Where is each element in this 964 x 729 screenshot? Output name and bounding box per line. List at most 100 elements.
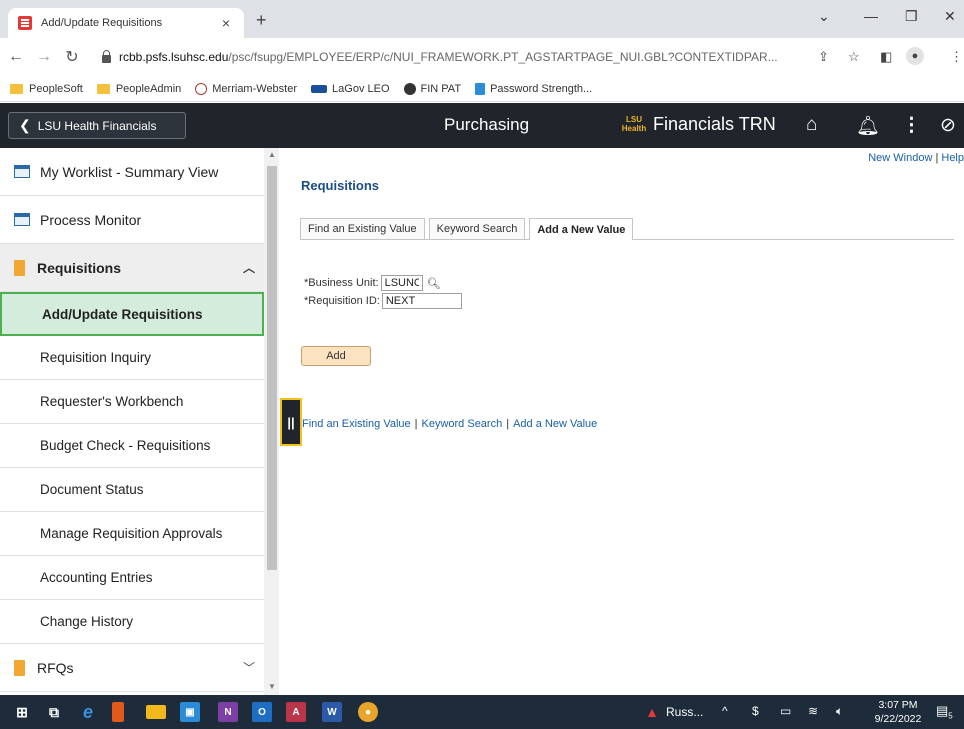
weather-text[interactable]: Russ... <box>666 705 703 719</box>
sidebar-group-requisitions[interactable]: Requisitions ︿ <box>0 244 264 292</box>
bookmark-lagov-leo[interactable]: LaGov LEO <box>311 82 390 95</box>
scroll-up-icon[interactable]: ▲ <box>268 150 276 159</box>
bar-chart-icon <box>475 82 486 95</box>
sidebar-item-change-history[interactable]: Change History <box>0 600 264 644</box>
page-title-header: Purchasing <box>444 115 530 134</box>
bookmark-peoplesoft[interactable]: PeopleSoft <box>10 83 83 95</box>
navbar-compass-icon[interactable]: ⊘ <box>940 114 956 137</box>
tray-chevron-up-icon[interactable]: ^ <box>722 704 728 718</box>
bookmark-merriam-webster[interactable]: Merriam-Webster <box>195 82 297 95</box>
sidebar-item-process-monitor[interactable]: Process Monitor <box>0 196 264 244</box>
sidebar-item-budget-check[interactable]: Budget Check - Requisitions <box>0 424 264 468</box>
bookmark-peopleadmin[interactable]: PeopleAdmin <box>96 83 181 95</box>
side-panel-icon[interactable]: ◧ <box>880 49 892 65</box>
logo-top: LSU <box>626 114 642 124</box>
window-close-icon[interactable]: ✕ <box>944 8 956 25</box>
peoplesoft-header: ❮ LSU Health Financials Purchasing LSU He… <box>0 103 964 148</box>
share-icon[interactable]: ⇪ <box>818 49 829 65</box>
bookmark-password-strength[interactable]: Password Strength... <box>475 82 592 95</box>
requisition-id-input[interactable] <box>381 293 462 309</box>
lookup-search-icon[interactable]: 🔍︎ <box>427 277 441 290</box>
sidebar-item-document-status[interactable]: Document Status <box>0 468 264 512</box>
onenote-icon[interactable]: N <box>218 702 238 722</box>
clock[interactable]: 3:07 PM 9/22/2022 <box>872 698 924 726</box>
windows-start-icon[interactable]: ⊞ <box>12 702 32 722</box>
weather-icon[interactable]: ▲ <box>642 702 662 722</box>
sidebar-item-requisition-inquiry[interactable]: Requisition Inquiry <box>0 336 264 380</box>
office-icon[interactable] <box>112 702 124 722</box>
tab-find-existing-value[interactable]: Find an Existing Value <box>300 218 425 239</box>
actions-menu-icon[interactable]: ⋮ <box>902 114 921 137</box>
bookmark-label: LaGov LEO <box>332 82 390 95</box>
separator: | <box>506 418 510 430</box>
add-button[interactable]: Add <box>301 346 371 366</box>
sidebar-item-label: Requester's Workbench <box>40 394 184 409</box>
sap-icon <box>311 84 328 93</box>
forward-icon[interactable]: → <box>32 48 56 66</box>
link-keyword-search[interactable]: Keyword Search <box>422 418 503 430</box>
sidebar-item-label: Manage Requisition Approvals <box>40 526 223 541</box>
reload-icon[interactable]: ↻ <box>60 47 84 67</box>
minimize-icon[interactable]: — <box>864 8 878 24</box>
business-unit-label: *Business Unit: <box>304 277 379 289</box>
window-icon <box>14 165 30 178</box>
sidebar-item-worklist[interactable]: My Worklist - Summary View <box>0 148 264 196</box>
sidebar-item-requesters-workbench[interactable]: Requester's Workbench <box>0 380 264 424</box>
separator: | <box>414 418 418 430</box>
app-icon[interactable]: ▣ <box>180 702 200 722</box>
volume-icon[interactable]: 🔈︎ <box>836 704 843 719</box>
sidebar-scrollbar[interactable]: ▲ ▼ <box>264 148 279 695</box>
tray-app-icon[interactable]: $ <box>752 704 759 718</box>
business-unit-input[interactable] <box>380 275 423 291</box>
outlook-icon[interactable]: O <box>252 702 272 722</box>
sidebar-group-rfqs[interactable]: RFQs ﹀ <box>0 644 264 692</box>
restore-icon[interactable]: ❐ <box>905 8 918 25</box>
url-field[interactable]: rcbb.psfs.lsuhsc.edu/psc/fsupg/EMPLOYEE/… <box>102 44 872 70</box>
bell-icon[interactable]: 🔔︎ <box>856 114 880 138</box>
tab-close-icon[interactable]: × <box>218 15 234 31</box>
merriam-webster-icon <box>195 82 208 95</box>
sidebar-item-accounting-entries[interactable]: Accounting Entries <box>0 556 264 600</box>
home-button-label: LSU Health Financials <box>37 118 157 133</box>
sidebar-item-manage-approvals[interactable]: Manage Requisition Approvals <box>0 512 264 556</box>
window-icon <box>14 213 30 226</box>
star-icon[interactable]: ☆ <box>848 49 860 65</box>
add-value-form: *Business Unit: 🔍︎ *Requisition ID: <box>304 274 462 310</box>
bookmark-fin-pat[interactable]: FIN PAT <box>403 82 462 95</box>
bookmark-label: PeopleSoft <box>29 82 83 95</box>
scrollbar-thumb[interactable] <box>267 166 277 570</box>
notification-center-icon[interactable]: ▤5 <box>936 703 953 721</box>
tab-keyword-search[interactable]: Keyword Search <box>428 218 526 239</box>
sidebar-item-add-update-requisitions[interactable]: Add/Update Requisitions <box>0 292 264 336</box>
menu-kebab-icon[interactable]: ⋮ <box>950 49 963 65</box>
tab-add-new-value[interactable]: Add a New Value <box>529 218 634 240</box>
home-icon[interactable]: ⌂ <box>806 114 817 136</box>
wifi-icon[interactable]: ≋ <box>808 704 818 718</box>
browser-tab[interactable]: Add/Update Requisitions × <box>8 8 244 38</box>
battery-icon[interactable]: ▭ <box>780 704 791 718</box>
tab-search-chevron-icon[interactable]: ⌄ <box>818 8 830 25</box>
help-link[interactable]: Help <box>941 152 964 164</box>
folder-icon <box>14 259 25 276</box>
word-icon[interactable]: W <box>322 702 342 722</box>
peoplesoft-favicon-icon <box>18 16 32 30</box>
folder-icon <box>14 659 25 676</box>
profile-avatar-icon[interactable]: ● <box>906 47 924 65</box>
edge-icon[interactable]: e <box>78 702 98 722</box>
home-back-button[interactable]: ❮ LSU Health Financials <box>8 112 186 139</box>
file-explorer-icon[interactable] <box>146 705 166 719</box>
collapse-sidebar-handle-icon[interactable]: || <box>280 398 302 446</box>
task-view-icon[interactable]: ⧉ <box>44 702 64 722</box>
bookmark-label: FIN PAT <box>420 82 462 95</box>
logo-bottom: Health <box>621 123 647 133</box>
new-tab-button[interactable]: + <box>256 10 267 31</box>
access-icon[interactable]: A <box>286 702 306 722</box>
new-window-link[interactable]: New Window <box>868 152 932 164</box>
sidebar-item-label: Add/Update Requisitions <box>42 306 203 322</box>
back-icon[interactable]: ← <box>4 48 28 66</box>
scroll-down-icon[interactable]: ▼ <box>268 682 276 691</box>
link-add-new-value[interactable]: Add a New Value <box>513 418 597 430</box>
chrome-icon[interactable]: ● <box>358 702 378 722</box>
sidebar-item-label: Budget Check - Requisitions <box>40 438 211 453</box>
link-find-existing-value[interactable]: Find an Existing Value <box>302 418 411 430</box>
